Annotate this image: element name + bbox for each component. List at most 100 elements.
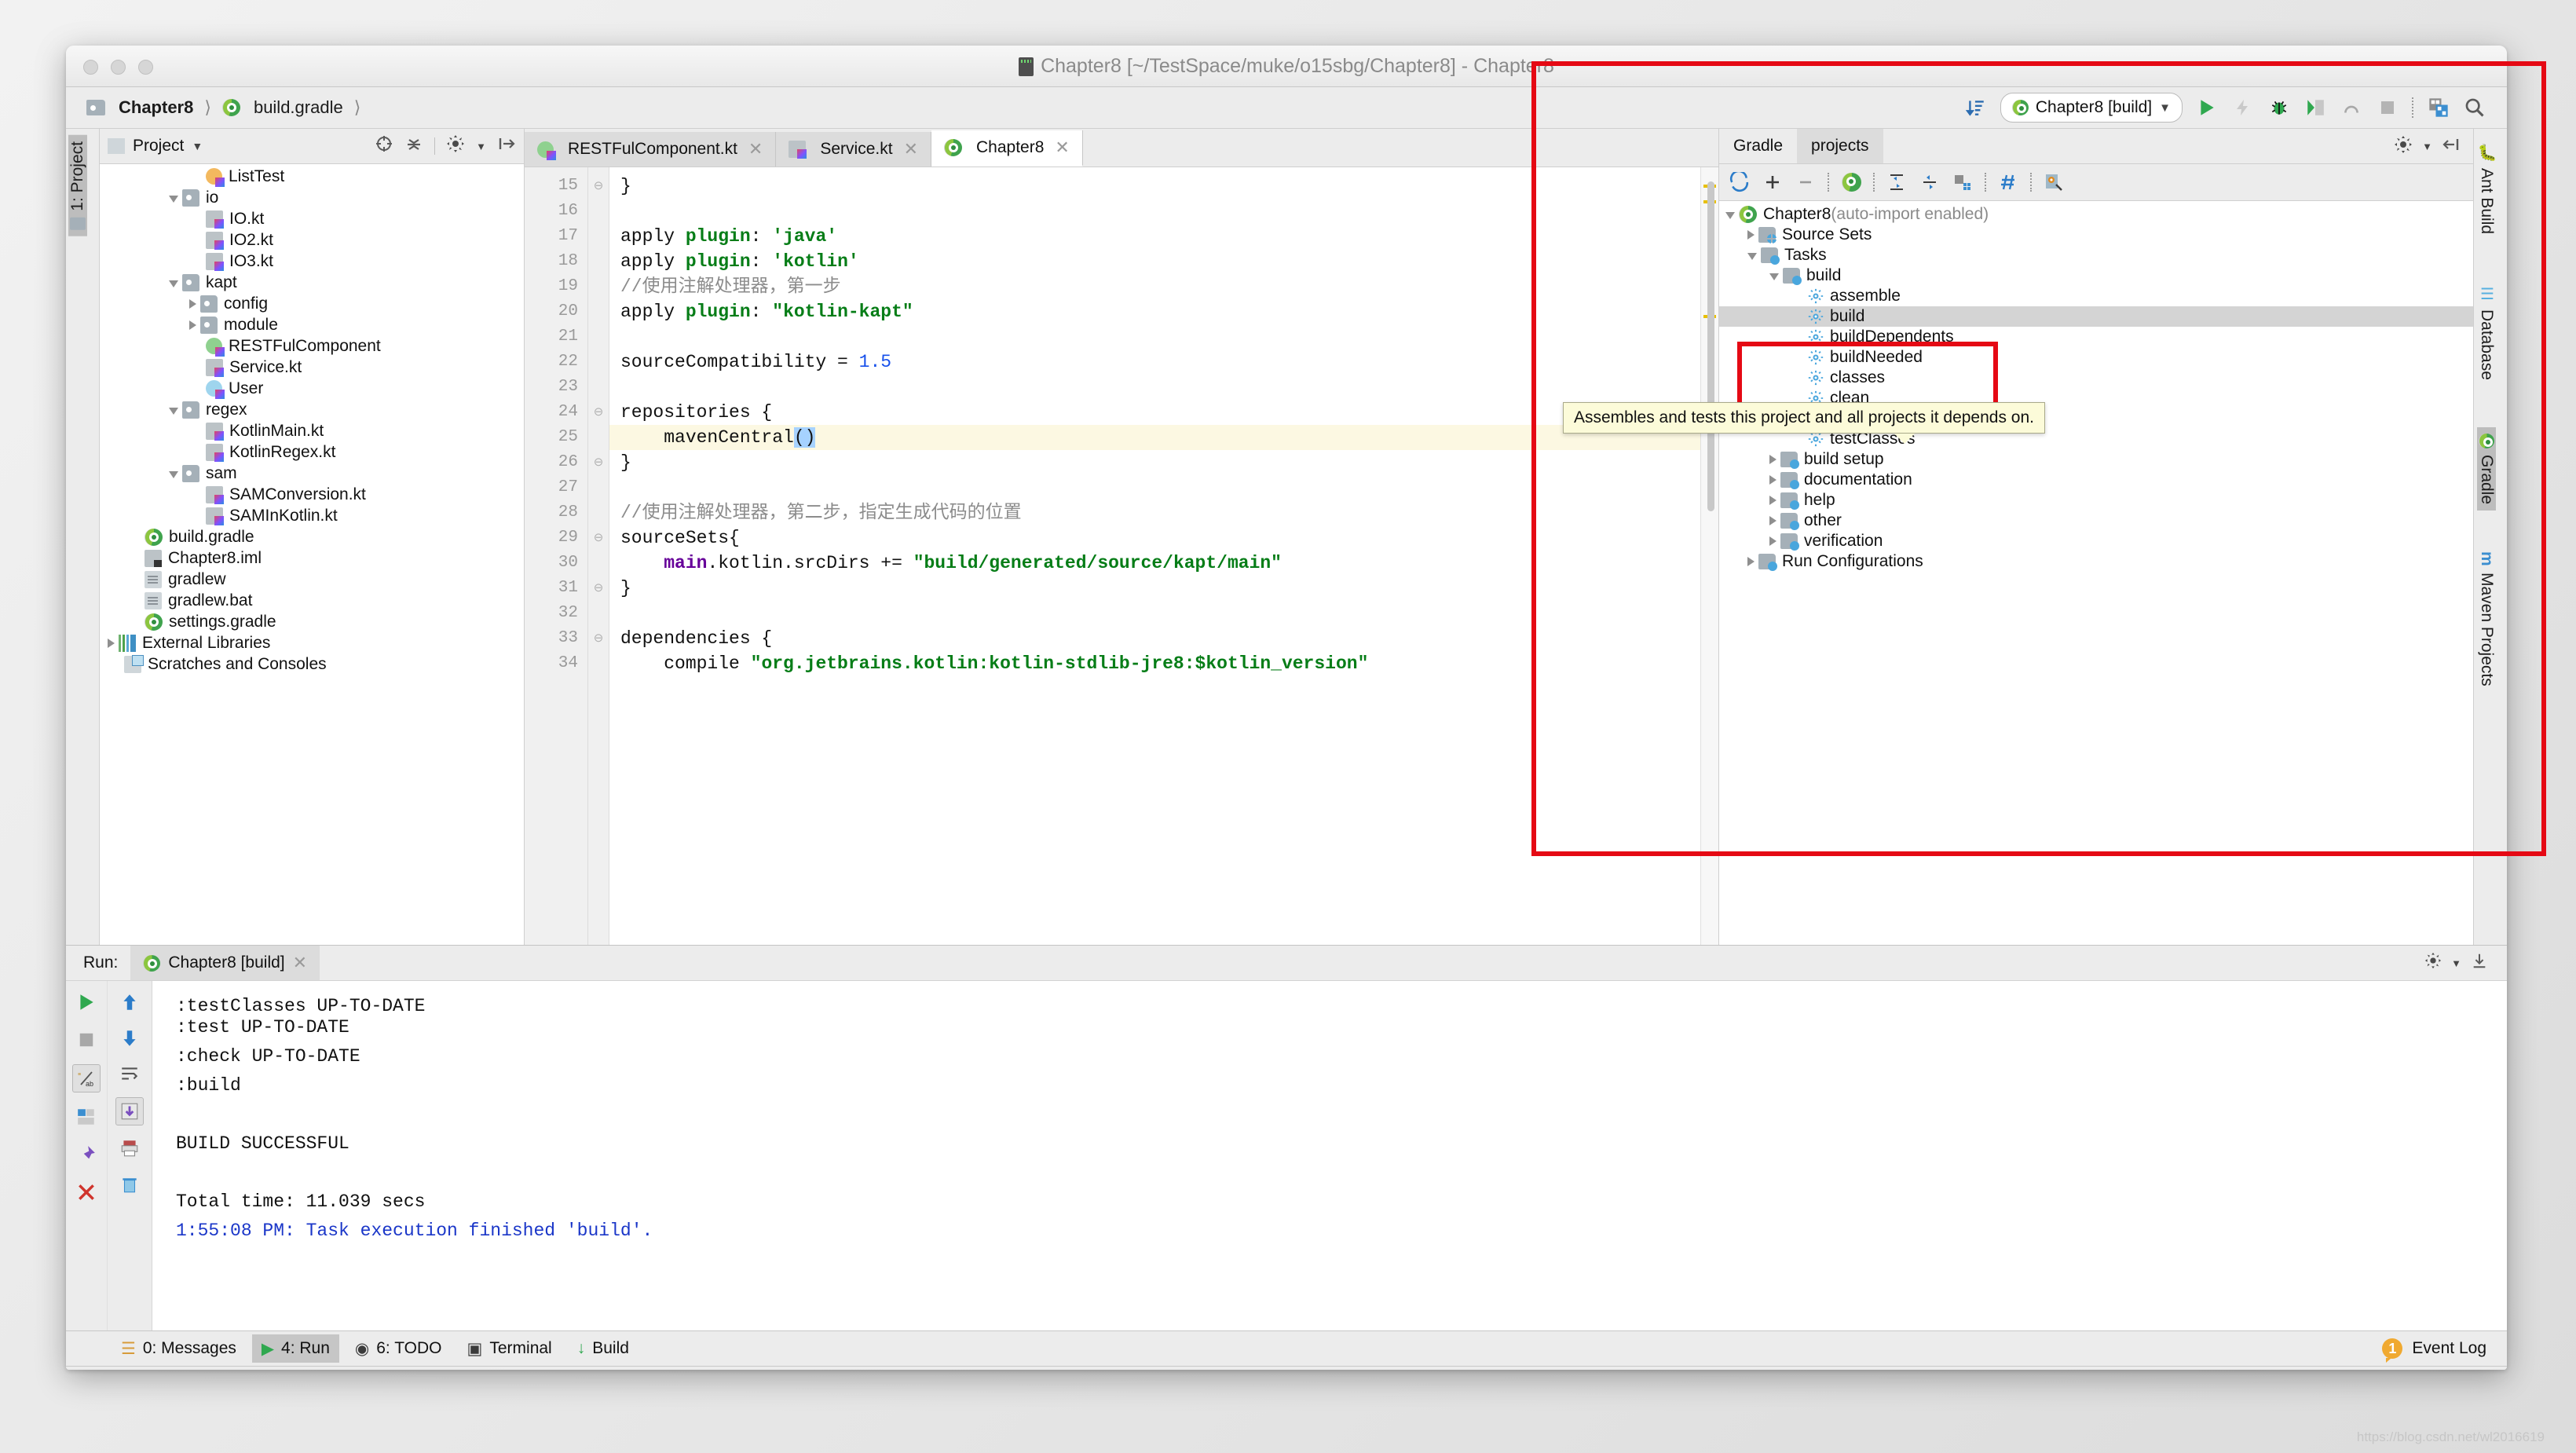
gradle-tree-item[interactable]: Run Configurations (1719, 551, 2473, 572)
gradle-icon[interactable] (1840, 171, 1862, 193)
sidebar-item-maven-projects[interactable]: m Maven Projects (2477, 545, 2496, 692)
up-arrow-icon[interactable] (116, 989, 143, 1016)
gear-icon[interactable] (2424, 952, 2442, 974)
collapse-all-icon[interactable] (404, 134, 423, 158)
tree-item[interactable]: IO2.kt (100, 229, 524, 251)
chevron-right-icon[interactable] (1769, 475, 1776, 485)
chevron-down-icon[interactable]: ▼ (2451, 957, 2461, 969)
close-icon[interactable]: ✕ (293, 953, 307, 973)
event-log-area[interactable]: 1 Event Log (2382, 1338, 2507, 1363)
tree-item[interactable]: User (100, 378, 524, 399)
hide-panel-icon[interactable] (2442, 135, 2461, 158)
fold-toggle-icon[interactable]: ⊖ (588, 450, 609, 475)
code-line[interactable]: dependencies { (609, 626, 1718, 651)
gradle-tree-item[interactable]: verification (1719, 531, 2473, 551)
gradle-tree-item[interactable]: help (1719, 490, 2473, 511)
chevron-down-icon[interactable] (1747, 253, 1757, 260)
code-line[interactable]: compile "org.jetbrains.kotlin:kotlin-std… (609, 651, 1718, 676)
show-console-button[interactable] (73, 1103, 100, 1130)
gradle-tree-item[interactable]: other (1719, 511, 2473, 531)
close-tab-icon[interactable]: ✕ (748, 139, 763, 159)
gradle-tree-item[interactable]: buildNeeded (1719, 347, 2473, 368)
print-icon[interactable] (116, 1135, 143, 1162)
chevron-down-icon[interactable] (1769, 273, 1779, 280)
tree-item[interactable]: sam (100, 463, 524, 484)
chevron-right-icon[interactable] (1747, 557, 1755, 566)
toggle-offline-icon[interactable] (1952, 171, 1974, 193)
chevron-right-icon[interactable] (1769, 516, 1776, 525)
toolwindow-button-build[interactable]: ↓ Build (568, 1334, 639, 1363)
code-line[interactable]: } (609, 174, 1718, 199)
chevron-down-icon[interactable]: ▼ (476, 141, 486, 152)
tree-item[interactable]: Service.kt (100, 357, 524, 378)
hide-panel-icon[interactable] (497, 134, 516, 158)
chevron-down-icon[interactable] (169, 470, 178, 478)
code-line[interactable]: apply plugin: 'kotlin' (609, 249, 1718, 274)
fold-toggle-icon[interactable]: ⊖ (588, 400, 609, 425)
tree-item[interactable]: Scratches and Consoles (100, 653, 524, 675)
chevron-right-icon[interactable] (189, 298, 196, 309)
run-configuration-selector[interactable]: Chapter8 [build] ▼ (2000, 93, 2183, 123)
tree-item[interactable]: io (100, 187, 524, 208)
gradle-settings-icon[interactable] (2043, 171, 2065, 193)
chevron-right-icon[interactable] (189, 320, 196, 330)
run-with-profiler-button[interactable] (2303, 96, 2327, 119)
gear-icon[interactable] (2394, 135, 2413, 158)
code-line[interactable]: apply plugin: 'java' (609, 224, 1718, 249)
layout-button[interactable] (2427, 96, 2450, 119)
tree-item[interactable]: settings.gradle (100, 611, 524, 632)
soft-wrap-button[interactable]: ≡ ab (72, 1064, 101, 1092)
remove-icon[interactable] (1795, 171, 1817, 193)
code-line[interactable] (609, 199, 1718, 224)
toolwindow-button-todo[interactable]: ◉ 6: TODO (346, 1334, 452, 1363)
chevron-down-icon[interactable]: ▼ (192, 140, 203, 152)
editor-tabs[interactable]: RESTFulComponent.kt ✕ Service.kt ✕ Chapter8 ✕ (525, 129, 1718, 167)
fold-toggle-icon[interactable]: ⊖ (588, 174, 609, 199)
stop-button[interactable] (73, 1027, 100, 1053)
gradle-tree-item[interactable]: build (1719, 265, 2473, 286)
run-with-coverage-button[interactable] (2231, 96, 2255, 119)
tree-item[interactable]: kapt (100, 272, 524, 293)
editor-tab[interactable]: Chapter8 ✕ (931, 130, 1083, 167)
chevron-right-icon[interactable] (1769, 455, 1776, 464)
attach-process-icon[interactable] (2340, 96, 2363, 119)
chevron-down-icon[interactable] (1725, 212, 1735, 219)
sidebar-item-project[interactable]: 1: Project (68, 135, 87, 236)
toolwindow-button-run[interactable]: ▶ 4: Run (251, 1334, 339, 1363)
tree-item[interactable]: SAMInKotlin.kt (100, 505, 524, 526)
code-line[interactable]: main.kotlin.srcDirs += "build/generated/… (609, 551, 1718, 576)
tree-item[interactable]: IO3.kt (100, 251, 524, 272)
gradle-tree-item[interactable]: Tasks (1719, 245, 2473, 265)
code-line[interactable]: apply plugin: "kotlin-kapt" (609, 299, 1718, 324)
locate-icon[interactable] (375, 134, 393, 158)
tree-item[interactable]: ListTest (100, 166, 524, 187)
gradle-tabs[interactable]: Gradle projects ▼ (1719, 129, 2473, 164)
hide-panel-icon[interactable] (2471, 952, 2488, 974)
code-line[interactable]: sourceSets{ (609, 525, 1718, 551)
pin-tab-button[interactable] (73, 1141, 100, 1168)
tree-item[interactable]: RESTFulComponent (100, 335, 524, 357)
scroll-to-end-icon[interactable] (115, 1097, 144, 1125)
fold-toggle-icon[interactable]: ⊖ (588, 626, 609, 651)
editor-tab[interactable]: RESTFulComponent.kt ✕ (525, 132, 777, 167)
tab-projects[interactable]: projects (1797, 129, 1883, 163)
add-icon[interactable] (1762, 171, 1784, 193)
event-log-label[interactable]: Event Log (2412, 1339, 2486, 1358)
search-everywhere-icon[interactable] (2463, 96, 2486, 119)
gradle-tree-item[interactable]: documentation (1719, 470, 2473, 490)
code-line[interactable]: //使用注解处理器，第二步，指定生成代码的位置 (609, 500, 1718, 525)
down-arrow-icon[interactable] (116, 1025, 143, 1052)
chevron-right-icon[interactable] (1747, 230, 1755, 240)
code-line[interactable]: } (609, 450, 1718, 475)
chevron-down-icon[interactable] (169, 280, 178, 287)
breadcrumb-item-file[interactable]: build.gradle (219, 96, 346, 119)
gradle-tree-item[interactable]: assemble (1719, 286, 2473, 306)
chevron-down-icon[interactable] (169, 195, 178, 203)
close-tab-icon[interactable]: ✕ (1055, 137, 1069, 158)
chevron-right-icon[interactable] (1769, 496, 1776, 505)
sidebar-item-gradle[interactable]: Gradle (2477, 427, 2496, 511)
tree-item[interactable]: config (100, 293, 524, 314)
code-line[interactable]: } (609, 576, 1718, 601)
code-line[interactable]: repositories { (609, 400, 1718, 425)
tree-item[interactable]: Chapter8.iml (100, 547, 524, 569)
